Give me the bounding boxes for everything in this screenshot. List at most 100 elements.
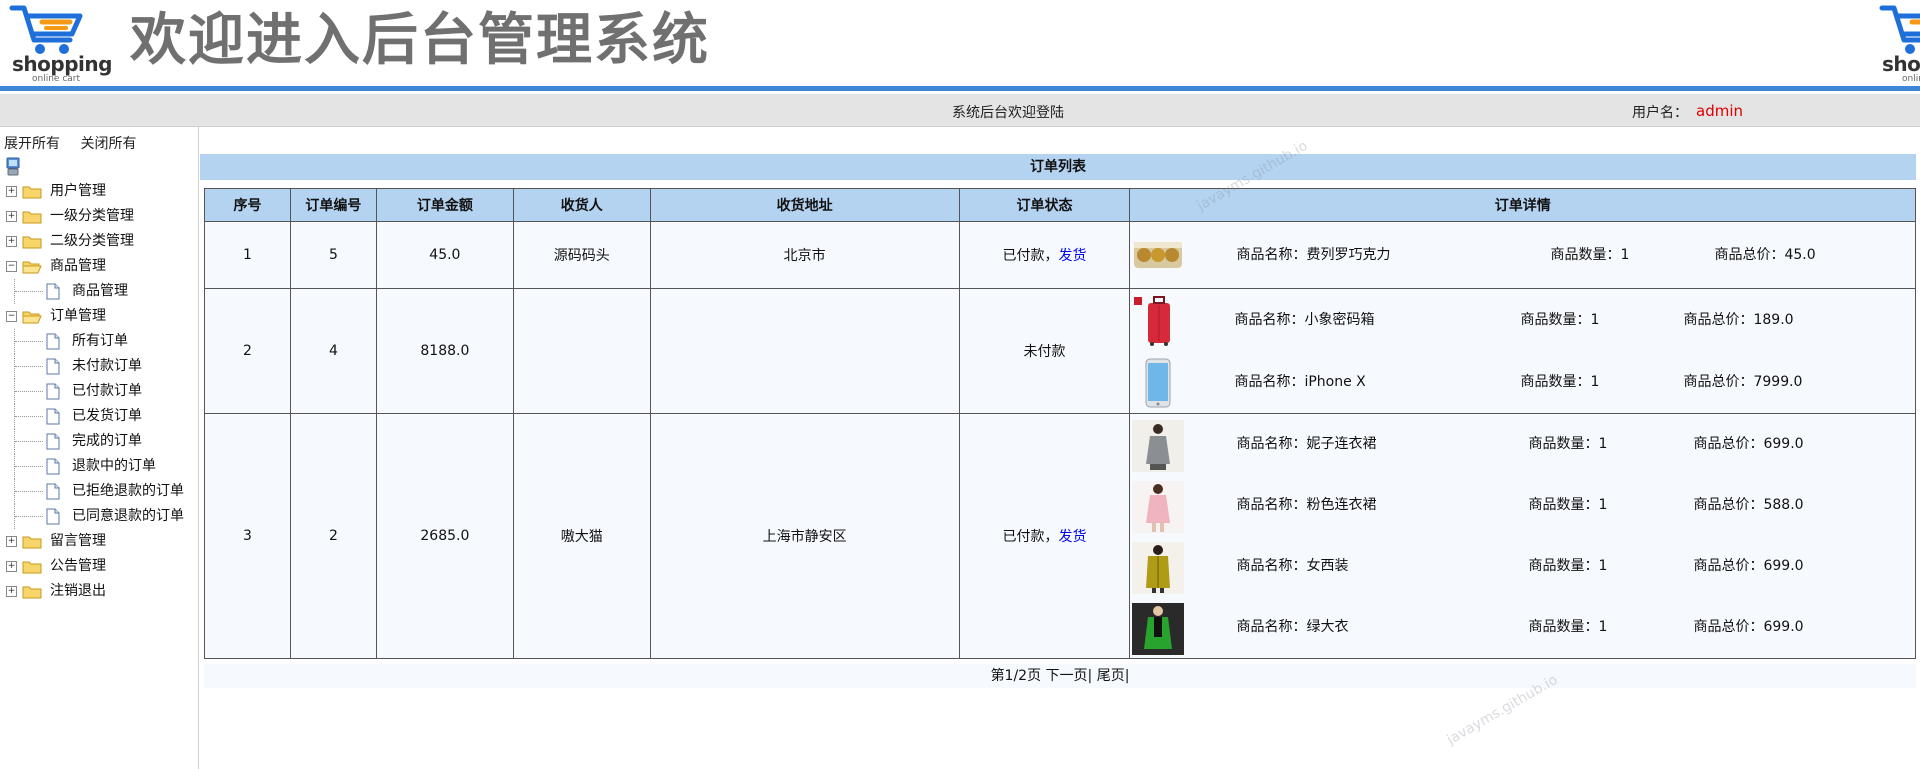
pager-separator: | xyxy=(1124,668,1130,684)
order-status-cell: 已付款，发货 xyxy=(958,413,1131,659)
order-table: 序号 订单编号 订单金额 收货人 收货地址 订单状态 订单详情 1 5 45.0 源码码头 北京市已… xyxy=(204,188,1916,659)
tree-line xyxy=(15,341,43,342)
logo-text: shopping xyxy=(1882,52,1920,76)
last-page-link[interactable]: 尾页 xyxy=(1097,668,1125,684)
folder-icon xyxy=(22,586,42,599)
product-total: 商品总价：699.0 xyxy=(1693,619,1804,635)
column-header: 收货人 xyxy=(512,188,651,222)
product-name: 商品名称：费列罗巧克力 xyxy=(1236,247,1391,263)
expand-icon[interactable]: + xyxy=(6,561,17,572)
product-name: 商品名称：妮子连衣裙 xyxy=(1236,436,1377,452)
tree-actions: 展开所有 关闭所有 xyxy=(4,133,152,153)
order-item: 商品名称：费列罗巧克力 商品数量：1 商品总价：45.0 xyxy=(1130,222,1915,288)
product-image xyxy=(1134,242,1183,268)
column-header: 序号 xyxy=(204,188,291,222)
receiver-cell xyxy=(512,288,651,414)
sidebar-item-label: 订单管理 xyxy=(50,308,106,324)
collapse-icon[interactable]: − xyxy=(6,311,17,322)
product-quantity: 商品数量：1 xyxy=(1528,619,1608,635)
shopping-cart-logo-right: shopping online cart xyxy=(1878,2,1920,84)
close-all-link[interactable]: 关闭所有 xyxy=(80,136,136,152)
tree-line xyxy=(15,516,43,517)
expand-icon[interactable]: + xyxy=(6,536,17,547)
sidebar-item-label: 商品管理 xyxy=(72,283,128,299)
order-item: 商品名称：iPhone X 商品数量：1 商品总价：7999.0 xyxy=(1130,351,1915,413)
folder-icon xyxy=(22,561,42,574)
address-cell xyxy=(649,288,960,414)
tree-line xyxy=(15,416,43,417)
order-number-cell: 5 xyxy=(289,221,377,289)
order-item: 商品名称：妮子连衣裙 商品数量：1 商品总价：699.0 xyxy=(1130,414,1915,475)
sidebar-item-label: 已同意退款的订单 xyxy=(72,508,184,524)
logo-subtext: online cart xyxy=(32,74,81,84)
product-name: 商品名称：iPhone X xyxy=(1234,374,1366,390)
sidebar-item-label: 未付款订单 xyxy=(72,358,142,374)
order-seq-cell: 2 xyxy=(204,288,291,414)
status-bar: 系统后台欢迎登陆 用户名： admin xyxy=(0,94,1920,127)
collapse-icon[interactable]: − xyxy=(6,261,17,272)
product-total: 商品总价：588.0 xyxy=(1693,497,1804,513)
cart-icon xyxy=(1879,5,1920,54)
product-image xyxy=(1132,481,1185,533)
product-image xyxy=(1132,603,1185,655)
sidebar-item-label: 商品管理 xyxy=(50,258,106,274)
sidebar-item-label: 留言管理 xyxy=(50,533,106,549)
column-header: 订单状态 xyxy=(958,188,1131,222)
pager-separator: | xyxy=(1087,668,1093,684)
product-total: 商品总价：7999.0 xyxy=(1683,374,1803,390)
document-icon xyxy=(46,358,60,375)
product-image xyxy=(1132,420,1185,472)
receiver-cell: 嗷大猫 xyxy=(512,413,651,659)
table-header-row: 序号 订单编号 订单金额 收货人 收货地址 订单状态 订单详情 xyxy=(204,188,1916,222)
table-row: 3 2 2685.0 嗷大猫 上海市静安区 已付款，发货 商品名称：妮子连衣裙 商品数量：1 商… xyxy=(204,413,1916,659)
product-image xyxy=(1134,296,1171,346)
document-icon xyxy=(46,458,60,475)
sidebar-item-label: 退款中的订单 xyxy=(72,458,156,474)
folder-icon xyxy=(22,536,42,549)
sidebar-item-label: 一级分类管理 xyxy=(50,208,134,224)
tree-line xyxy=(15,441,43,442)
document-icon xyxy=(46,508,60,525)
sidebar-item-label: 已付款订单 xyxy=(72,383,142,399)
product-total: 商品总价：699.0 xyxy=(1693,436,1804,452)
product-quantity: 商品数量：1 xyxy=(1528,436,1608,452)
user-name: admin xyxy=(1696,102,1743,120)
order-status: 已付款， xyxy=(1002,248,1059,264)
document-icon xyxy=(46,333,60,350)
next-page-link[interactable]: 下一页 xyxy=(1046,668,1088,684)
expand-icon[interactable]: + xyxy=(6,236,17,247)
product-total: 商品总价：189.0 xyxy=(1683,312,1794,328)
order-number-cell: 4 xyxy=(289,288,377,414)
product-quantity: 商品数量：1 xyxy=(1520,312,1600,328)
sidebar-item-label: 已发货订单 xyxy=(72,408,142,424)
address-cell: 上海市静安区 xyxy=(649,413,960,659)
ship-link[interactable]: 发货 xyxy=(1059,529,1087,545)
order-number-cell: 2 xyxy=(289,413,377,659)
header-divider xyxy=(0,86,1920,91)
order-item: 商品名称：女西装 商品数量：1 商品总价：699.0 xyxy=(1130,536,1915,597)
expand-icon[interactable]: + xyxy=(6,186,17,197)
document-icon xyxy=(46,483,60,500)
order-detail-cell: 商品名称：小象密码箱 商品数量：1 商品总价：189.0 商品名称：iPhone X商… xyxy=(1129,288,1916,414)
product-quantity: 商品数量：1 xyxy=(1550,247,1630,263)
order-detail-cell: 商品名称：费列罗巧克力 商品数量：1 商品总价：45.0 xyxy=(1129,221,1916,289)
column-header: 收货地址 xyxy=(649,188,960,222)
product-quantity: 商品数量：1 xyxy=(1528,497,1608,513)
sidebar-item-label: 已拒绝退款的订单 xyxy=(72,483,184,499)
column-header: 订单详情 xyxy=(1129,188,1916,222)
folder-icon xyxy=(22,186,42,199)
logo-text: shopping xyxy=(12,52,112,76)
user-label: 用户名： xyxy=(1632,105,1688,121)
expand-all-link[interactable]: 展开所有 xyxy=(4,136,60,152)
ship-link[interactable]: 发货 xyxy=(1059,248,1087,264)
cart-icon xyxy=(9,5,83,54)
expand-icon[interactable]: + xyxy=(6,211,17,222)
order-list-title: 订单列表 xyxy=(200,154,1916,180)
sidebar-item-label: 公告管理 xyxy=(50,558,106,574)
expand-icon[interactable]: + xyxy=(6,586,17,597)
logo-subtext: online cart xyxy=(1902,74,1920,84)
header: shopping online cart 欢迎进入后台管理系统 shopping… xyxy=(0,0,1920,88)
order-item: 商品名称：绿大衣 商品数量：1 商品总价：699.0 xyxy=(1130,597,1915,658)
folder-open-icon xyxy=(22,311,42,324)
product-name: 商品名称：小象密码箱 xyxy=(1234,312,1375,328)
